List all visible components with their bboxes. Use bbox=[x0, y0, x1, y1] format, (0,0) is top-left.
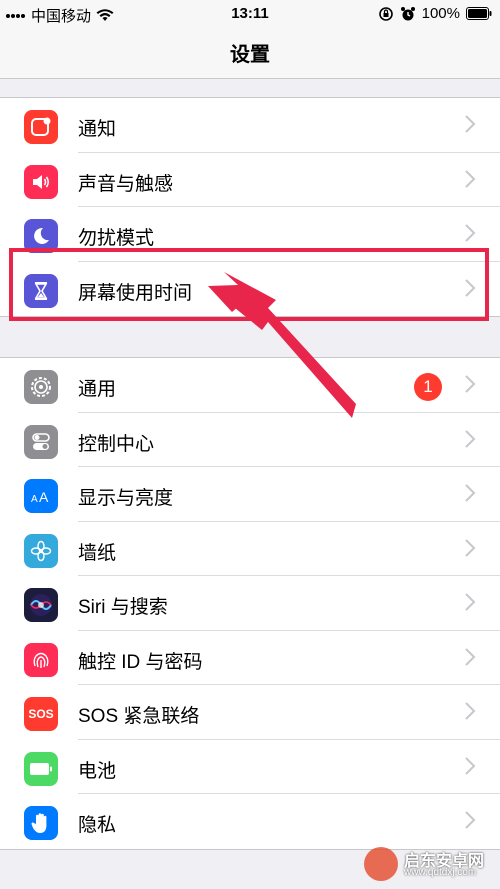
settings-row-label: 控制中心 bbox=[78, 433, 155, 455]
chevron-right-icon bbox=[465, 224, 476, 242]
settings-row-display[interactable]: AA 显示与亮度 bbox=[0, 467, 500, 522]
settings-row-label: 通用 bbox=[78, 379, 117, 400]
chevron-right-icon bbox=[465, 593, 476, 611]
chevron-right-icon bbox=[465, 811, 476, 829]
siri-icon bbox=[24, 588, 58, 622]
moon-icon bbox=[24, 219, 58, 253]
fingerprint-icon bbox=[24, 642, 58, 677]
svg-text:A: A bbox=[39, 489, 49, 505]
settings-row-label: 通知 bbox=[78, 119, 117, 140]
sos-icon-text: SOS bbox=[28, 707, 54, 721]
watermark: 启东安卓网 www.qdtdxj.com bbox=[364, 843, 494, 885]
settings-row-notifications[interactable]: 通知 bbox=[0, 98, 500, 153]
settings-row-label: 勿扰模式 bbox=[78, 228, 155, 249]
settings-row-label: 显示与亮度 bbox=[78, 488, 174, 509]
settings-row-label: Siri 与搜索 bbox=[78, 597, 168, 618]
notification-badge: 1 bbox=[414, 373, 442, 401]
settings-row-control-center[interactable]: 控制中心 bbox=[0, 413, 500, 467]
settings-row-label: 声音与触感 bbox=[78, 173, 174, 195]
settings-row-siri[interactable]: Siri 与搜索 bbox=[0, 576, 500, 631]
chevron-right-icon bbox=[465, 756, 476, 775]
watermark-url: www.qdtdxj.com bbox=[404, 867, 477, 878]
sounds-icon bbox=[24, 164, 58, 199]
settings-row-sounds[interactable]: 声音与触感 bbox=[0, 153, 500, 207]
notifications-icon bbox=[24, 110, 58, 144]
chevron-right-icon bbox=[465, 375, 476, 393]
settings-row-label: 电池 bbox=[78, 760, 117, 782]
watermark-logo-icon bbox=[364, 847, 398, 881]
status-right: 100% bbox=[378, 5, 492, 22]
navigation-bar: 设置 bbox=[0, 28, 500, 79]
battery-text: 100% bbox=[421, 5, 460, 22]
chevron-right-icon bbox=[465, 169, 476, 188]
settings-row-privacy[interactable]: 隐私 bbox=[0, 794, 500, 849]
settings-row-screen-time[interactable]: 屏幕使用时间 bbox=[0, 262, 500, 317]
chevron-right-icon bbox=[465, 538, 476, 557]
settings-row-battery[interactable]: 电池 bbox=[0, 740, 500, 794]
chevron-right-icon bbox=[465, 429, 476, 448]
hourglass-icon bbox=[24, 273, 58, 308]
toggles-icon bbox=[24, 424, 58, 459]
battery-status-icon bbox=[466, 7, 492, 20]
settings-row-emergency-sos[interactable]: SOS SOS 紧急联络 bbox=[0, 685, 500, 740]
settings-row-label: SOS 紧急联络 bbox=[78, 706, 200, 727]
settings-row-label: 隐私 bbox=[78, 815, 117, 836]
chevron-right-icon bbox=[465, 115, 476, 133]
settings-row-label: 墙纸 bbox=[78, 542, 117, 564]
settings-row-wallpaper[interactable]: 墙纸 bbox=[0, 522, 500, 576]
alarm-icon bbox=[400, 6, 415, 20]
display-icon: AA bbox=[24, 479, 58, 513]
settings-group-1: 通知 声音与触感 勿扰模式 屏幕使用时间 bbox=[0, 97, 500, 317]
battery-icon bbox=[24, 751, 58, 786]
status-bar: 中国移动 13:11 100% bbox=[0, 0, 500, 28]
svg-text:A: A bbox=[31, 494, 38, 505]
sos-icon: SOS bbox=[24, 697, 58, 731]
settings-row-label: 屏幕使用时间 bbox=[78, 282, 193, 304]
page-title: 设置 bbox=[230, 44, 270, 66]
chevron-right-icon bbox=[465, 702, 476, 720]
chevron-right-icon bbox=[465, 647, 476, 666]
wallpaper-icon bbox=[24, 533, 58, 568]
settings-row-general[interactable]: 通用 1 bbox=[0, 358, 500, 413]
settings-row-touch-id[interactable]: 触控 ID 与密码 bbox=[0, 631, 500, 685]
chevron-right-icon bbox=[465, 278, 476, 297]
settings-group-2: 通用 1 控制中心 AA 显示与亮度 墙纸 Siri 与搜索 触控 ID 与密码… bbox=[0, 357, 500, 850]
gear-icon bbox=[24, 370, 58, 404]
settings-row-do-not-disturb[interactable]: 勿扰模式 bbox=[0, 207, 500, 262]
hand-icon bbox=[24, 806, 58, 840]
settings-row-label: 触控 ID 与密码 bbox=[78, 651, 203, 673]
rotation-lock-icon bbox=[378, 6, 393, 21]
chevron-right-icon bbox=[465, 484, 476, 502]
